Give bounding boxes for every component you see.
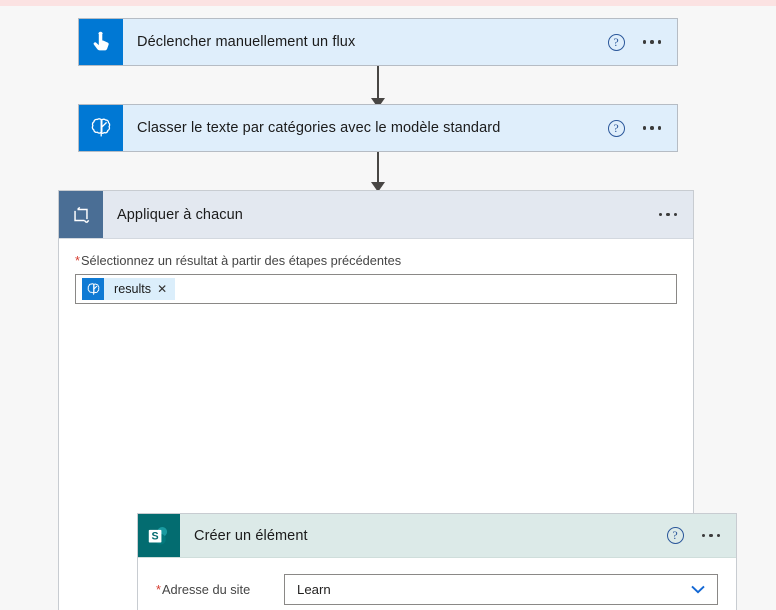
top-accent-strip [0, 0, 776, 6]
flow-node-title: Déclencher manuellement un flux [137, 34, 356, 50]
loop-input-field[interactable]: results ✕ [75, 274, 677, 304]
more-options-icon[interactable] [642, 40, 661, 44]
loop-icon [59, 191, 103, 238]
more-options-icon[interactable] [658, 212, 677, 217]
connector-line [377, 66, 379, 99]
sharepoint-card-title: Créer un élément [194, 527, 308, 544]
apply-to-each-actions [658, 191, 694, 238]
more-options-icon[interactable] [642, 126, 661, 130]
flow-node-title: Classer le texte par catégories avec le … [137, 120, 501, 136]
chevron-down-icon[interactable] [691, 585, 709, 594]
token-label: results [114, 282, 152, 296]
more-options-icon[interactable] [701, 533, 720, 538]
flow-node-classify-text[interactable]: Classer le texte par catégories avec le … [78, 104, 678, 152]
help-icon[interactable]: ? [607, 119, 625, 137]
ai-builder-brain-icon [79, 105, 123, 151]
manual-trigger-icon [79, 19, 123, 65]
flow-designer-canvas: Déclencher manuellement un flux ? Classe… [0, 0, 776, 610]
required-marker: * [75, 253, 80, 268]
connector-line [377, 152, 379, 183]
loop-input-label: *Sélectionnez un résultat à partir des é… [75, 253, 677, 268]
svg-text:S: S [152, 530, 159, 542]
help-icon[interactable]: ? [607, 33, 625, 51]
token-results[interactable]: results ✕ [82, 278, 176, 300]
sharepoint-form: *Adresse du site Learn *Nom de [138, 558, 736, 610]
flow-node-trigger[interactable]: Déclencher manuellement un flux ? [78, 18, 678, 66]
apply-to-each-body: *Sélectionnez un résultat à partir des é… [59, 239, 693, 304]
flow-node-actions: ? [607, 105, 678, 151]
apply-to-each-title: Appliquer à chacun [117, 206, 243, 223]
flow-node-actions: ? [607, 19, 678, 65]
help-icon[interactable]: ? [666, 527, 684, 544]
field-label-text: Adresse du site [161, 582, 251, 597]
sharepoint-card-actions: ? [666, 514, 737, 557]
site-address-value: Learn [297, 582, 331, 597]
field-label-site-address: *Adresse du site [156, 582, 284, 597]
form-row-site-address: *Adresse du site Learn [156, 574, 718, 605]
token-remove-icon[interactable]: ✕ [157, 282, 175, 296]
apply-to-each-container[interactable]: Appliquer à chacun *Sélectionnez un résu… [58, 190, 737, 610]
sharepoint-card-header[interactable]: S Créer un élément ? [138, 514, 736, 558]
site-address-select[interactable]: Learn [284, 574, 718, 605]
sharepoint-create-item-card[interactable]: S Créer un élément ? *Adresse du site Le… [137, 513, 737, 610]
apply-to-each-header[interactable]: Appliquer à chacun [59, 191, 693, 239]
connector-arrow-1 [366, 66, 390, 108]
required-marker: * [156, 582, 161, 597]
connector-arrow-2 [366, 152, 390, 192]
loop-input-label-text: Sélectionnez un résultat à partir des ét… [80, 253, 402, 268]
sharepoint-icon: S [138, 514, 180, 557]
ai-builder-brain-icon [82, 278, 104, 300]
